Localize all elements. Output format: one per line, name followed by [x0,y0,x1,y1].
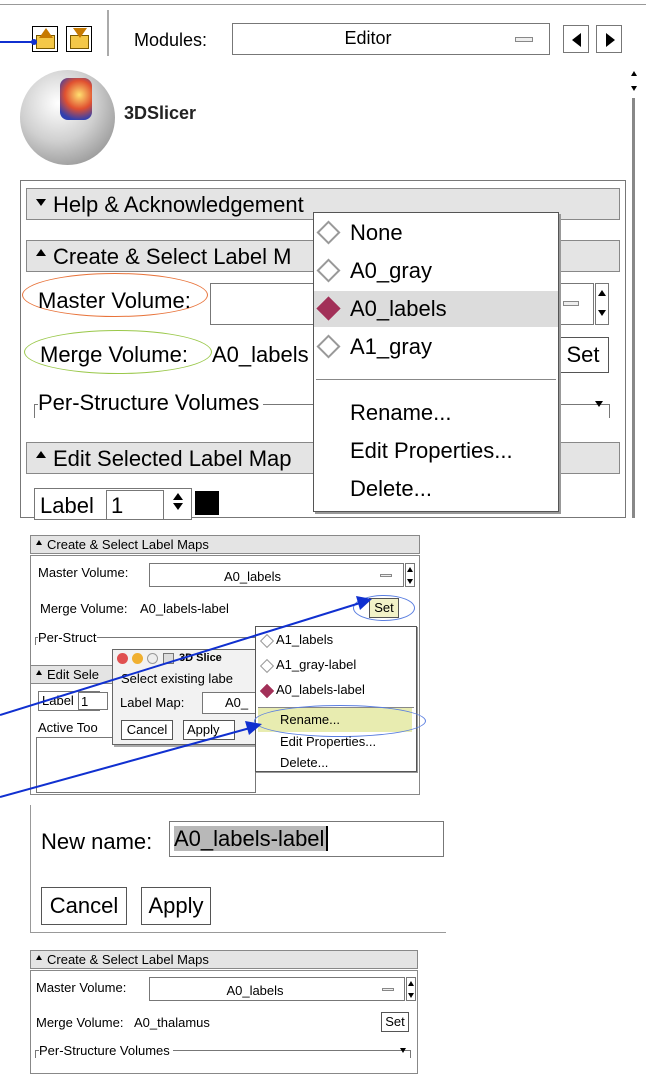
toolbar-pointer-dot [31,39,37,45]
annotation-arrows [0,39,372,798]
rename-arrow-line [0,727,251,798]
set-button-arrowhead [356,596,372,610]
set-button-arrow-line [0,602,361,716]
rename-arrowhead [245,721,262,735]
